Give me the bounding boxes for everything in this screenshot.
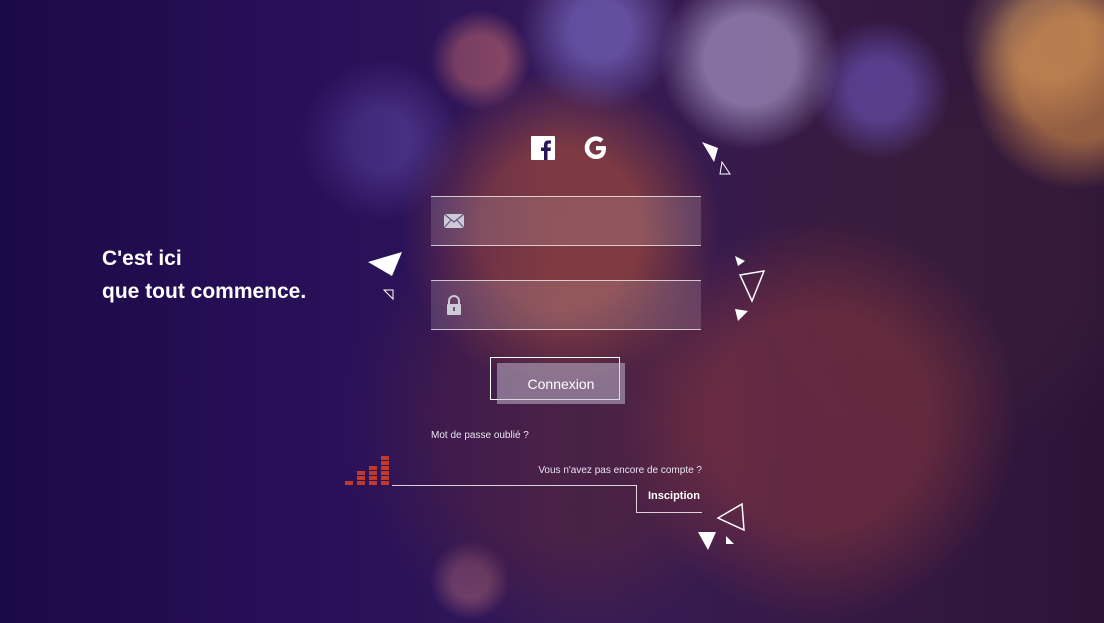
email-field[interactable] [431, 196, 701, 246]
google-login-button[interactable] [582, 134, 610, 162]
connector-line-bottom [636, 512, 702, 513]
facebook-login-button[interactable] [531, 136, 555, 160]
envelope-icon [443, 210, 465, 232]
login-button[interactable]: Connexion [497, 363, 625, 404]
forgot-password-link[interactable]: Mot de passe oublié ? [431, 430, 529, 441]
email-input[interactable] [465, 197, 701, 245]
google-icon [584, 136, 606, 159]
triangle-decoration-right [735, 256, 766, 321]
triangle-decoration [368, 252, 402, 301]
facebook-icon [531, 136, 555, 160]
triangle-decoration-top [702, 142, 731, 175]
no-account-text: Vous n'avez pas encore de compte ? [538, 465, 702, 476]
triangle-decoration-bottom [698, 502, 745, 550]
connector-line-vertical [636, 485, 637, 512]
signup-link[interactable]: Insciption [648, 490, 700, 502]
tagline-line-2: que tout commence. [102, 280, 307, 303]
tagline: C'est ici que tout commence. [102, 242, 306, 308]
equalizer-icon [345, 456, 389, 485]
connector-line-horizontal [392, 485, 637, 486]
password-input[interactable] [465, 281, 701, 329]
lock-icon [443, 294, 465, 316]
tagline-line-1: C'est ici [102, 247, 182, 270]
password-field[interactable] [431, 280, 701, 330]
